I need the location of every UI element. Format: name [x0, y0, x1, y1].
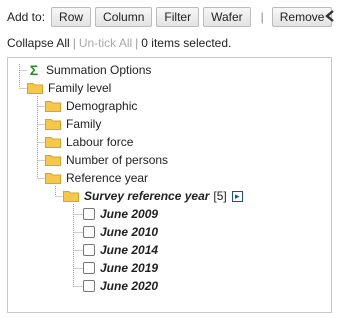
year-item[interactable]: June 2019	[83, 259, 158, 277]
toolbar-separator: |	[260, 10, 264, 24]
year-label: June 2009	[100, 207, 159, 221]
summation-options-label: Summation Options	[46, 63, 152, 77]
untick-all-link[interactable]: Un-tick All	[79, 36, 132, 50]
linkbar-separator: |	[72, 36, 76, 50]
add-to-filter-button[interactable]: Filter	[156, 7, 200, 27]
linkbar-separator: |	[135, 36, 139, 50]
family-level-node[interactable]: Family level	[27, 79, 111, 97]
year-checkbox[interactable]	[83, 280, 95, 292]
tree-node-family[interactable]: Family	[45, 115, 101, 133]
folder-icon	[63, 191, 79, 202]
item-count: [5]	[213, 189, 227, 203]
tree-node-number-of-persons[interactable]: Number of persons	[45, 151, 168, 169]
tree-node-label: Family	[66, 117, 102, 131]
add-to-wafer-button[interactable]: Wafer	[203, 7, 251, 27]
add-to-label: Add to:	[7, 10, 46, 24]
survey-reference-year-node[interactable]: Survey reference year [5] ▸	[63, 187, 243, 205]
year-checkbox[interactable]	[83, 244, 95, 256]
tree-node-label: Labour force	[66, 135, 134, 149]
folder-icon	[45, 173, 61, 184]
folder-icon	[45, 101, 61, 112]
toolbar: Add to: Row Column Filter Wafer | Remove	[0, 0, 342, 34]
year-checkbox[interactable]	[83, 226, 95, 238]
folder-icon	[45, 119, 61, 130]
year-checkbox[interactable]	[83, 208, 95, 220]
tree-node-labour-force[interactable]: Labour force	[45, 133, 133, 151]
year-item[interactable]: June 2009	[83, 205, 158, 223]
summation-options-node[interactable]: Σ Summation Options	[27, 61, 152, 79]
chevron-right-icon[interactable]: ▸	[231, 190, 243, 202]
year-checkbox[interactable]	[83, 262, 95, 274]
sigma-icon: Σ	[29, 62, 39, 78]
folder-icon	[45, 155, 61, 166]
tree-node-demographic[interactable]: Demographic	[45, 97, 137, 115]
add-to-column-button[interactable]: Column	[95, 7, 153, 27]
folder-icon	[45, 137, 61, 148]
selection-status: 0 items selected.	[141, 36, 232, 50]
tree-node-reference-year[interactable]: Reference year	[45, 169, 148, 187]
folder-icon	[27, 83, 43, 94]
year-item[interactable]: June 2010	[83, 223, 158, 241]
year-label: June 2019	[100, 261, 159, 275]
year-item[interactable]: June 2020	[83, 277, 158, 295]
family-level-label: Family level	[48, 81, 112, 95]
tree-node-label: Number of persons	[66, 153, 169, 167]
year-label: June 2020	[100, 279, 159, 293]
survey-reference-year-label: Survey reference year	[84, 189, 210, 203]
year-label: June 2010	[100, 225, 159, 239]
tree-actions-bar: Collapse All | Un-tick All | 0 items selecte…	[7, 36, 231, 52]
add-to-row-button[interactable]: Row	[51, 7, 92, 27]
chevron-left-icon[interactable]	[324, 9, 336, 23]
collapse-all-link[interactable]: Collapse All	[7, 36, 70, 50]
tree-node-label: Reference year	[66, 171, 149, 185]
year-item[interactable]: June 2014	[83, 241, 158, 259]
year-label: June 2014	[100, 243, 159, 257]
tree-node-label: Demographic	[66, 99, 138, 113]
